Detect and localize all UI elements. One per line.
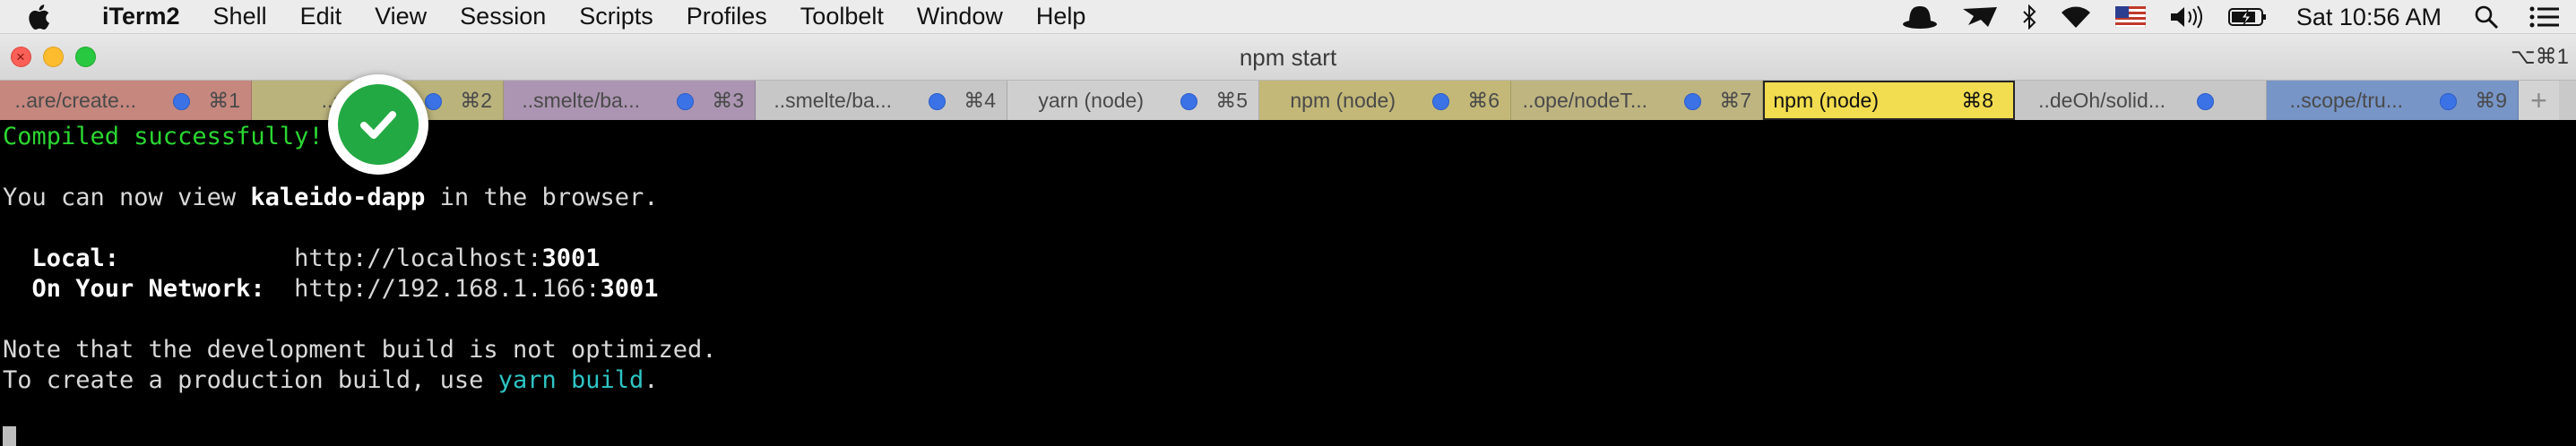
menu-help[interactable]: Help	[1036, 3, 1086, 30]
tab-title: ..deOh/solid...	[2038, 88, 2165, 112]
tab-1[interactable]: ..are/create... ⌘1	[0, 81, 252, 120]
activity-dot-icon	[1180, 93, 1197, 110]
menu-bar: iTerm2 Shell Edit View Session Scripts P…	[0, 0, 2576, 34]
menu-shell[interactable]: Shell	[213, 3, 267, 30]
activity-dot-icon	[929, 93, 946, 110]
menu-scripts[interactable]: Scripts	[579, 3, 653, 30]
tab-shortcut: ⌘7	[1719, 88, 1751, 112]
status-area: Sat 10:56 AM	[1879, 0, 2560, 34]
tab-shortcut: ⌘6	[1467, 88, 1500, 112]
tab-shortcut: ⌘3	[712, 88, 744, 112]
activity-dot-icon	[173, 93, 190, 110]
tab-3[interactable]: ..smelte/ba... ⌘3	[504, 81, 756, 120]
checkmark-icon	[338, 84, 419, 165]
tab-title: npm (node)	[1773, 88, 1879, 112]
tab-shortcut: ⌘9	[2475, 88, 2507, 112]
tab-9[interactable]: ..deOh/solid...	[2015, 81, 2267, 120]
hat-icon[interactable]	[1902, 0, 1938, 34]
activity-dot-icon	[1432, 93, 1449, 110]
menu-window[interactable]: Window	[917, 3, 1003, 30]
local-url: http://localhost:	[294, 244, 542, 272]
tab-8[interactable]: npm (node) ⌘8	[1763, 81, 2015, 120]
local-line: Local: http://localhost:3001	[3, 244, 601, 274]
apple-menu-icon[interactable]	[27, 4, 65, 30]
menu-view[interactable]: View	[375, 3, 427, 30]
activity-dot-icon	[677, 93, 694, 110]
note-line: Note that the development build is not o…	[3, 336, 717, 364]
network-label: On Your Network:	[31, 275, 265, 303]
tab-4[interactable]: ..smelte/ba... ⌘4	[756, 81, 1007, 120]
prod-suffix: .	[644, 366, 659, 394]
tab-title: ..are/create...	[14, 88, 136, 112]
compiled-line: Compiled successfully!	[3, 122, 324, 152]
menu-edit[interactable]: Edit	[300, 3, 342, 30]
volume-icon[interactable]	[2169, 0, 2205, 34]
tab-title: ..scope/tru...	[2289, 88, 2403, 112]
activity-dot-icon	[2197, 93, 2214, 110]
menu-session[interactable]: Session	[460, 3, 546, 30]
window-shortcut: ⌥⌘1	[2510, 45, 2569, 69]
tab-title: yarn (node)	[1038, 88, 1144, 112]
view-suffix: in the browser.	[425, 184, 659, 211]
tab-shortcut: ⌘1	[208, 88, 240, 112]
menu-iterm2[interactable]: iTerm2	[102, 3, 180, 30]
menu-profiles[interactable]: Profiles	[687, 3, 767, 30]
tab-title: ..smelte/ba...	[774, 88, 892, 112]
activity-dot-icon	[425, 93, 442, 110]
tab-title: ..smelte/ba...	[522, 88, 640, 112]
airmail-icon[interactable]	[1961, 0, 1999, 34]
bluetooth-icon[interactable]	[2022, 0, 2036, 34]
network-port: 3001	[600, 275, 659, 303]
tab-title: ..ope/nodeT...	[1522, 88, 1647, 112]
tab-title: npm (node)	[1290, 88, 1396, 112]
menu-toolbelt[interactable]: Toolbelt	[800, 3, 884, 30]
window-title: npm start	[1239, 44, 1337, 71]
activity-dot-icon	[1684, 93, 1701, 110]
view-prefix: You can now view	[3, 184, 251, 211]
local-label: Local:	[31, 244, 120, 272]
tab-7[interactable]: ..ope/nodeT... ⌘7	[1511, 81, 1763, 120]
app-name: kaleido-dapp	[250, 184, 426, 211]
local-port: 3001	[541, 244, 601, 272]
terminal-cursor	[3, 426, 16, 446]
tab-5[interactable]: yarn (node) ⌘5	[1007, 81, 1259, 120]
battery-icon[interactable]	[2227, 0, 2268, 34]
search-icon[interactable]	[2474, 0, 2499, 34]
prod-line: To create a production build, use yarn b…	[3, 365, 659, 396]
window-title-bar: × npm start ⌥⌘1	[0, 34, 2576, 81]
tab-6[interactable]: npm (node) ⌘6	[1259, 81, 1511, 120]
tab-10[interactable]: ..scope/tru... ⌘9	[2267, 81, 2519, 120]
network-url: http://192.168.1.166:	[294, 275, 601, 303]
network-line: On Your Network: http://192.168.1.166:30…	[3, 274, 659, 304]
view-line: You can now view kaleido-dapp in the bro…	[3, 183, 659, 213]
compiled-message: Compiled successfully!	[3, 123, 324, 150]
new-tab-button[interactable]: +	[2519, 81, 2559, 120]
tab-shortcut: ⌘2	[460, 88, 492, 112]
us-flag-icon[interactable]	[2114, 0, 2146, 34]
notification-center-icon[interactable]	[2529, 0, 2560, 34]
wifi-icon[interactable]	[2060, 0, 2092, 34]
menubar-clock[interactable]: Sat 10:56 AM	[2296, 4, 2442, 31]
tab-shortcut: ⌘5	[1215, 88, 1248, 112]
prod-command: yarn build	[497, 366, 644, 394]
success-check-badge	[328, 74, 428, 175]
prod-prefix: To create a production build, use	[3, 366, 498, 394]
activity-dot-icon	[2440, 93, 2457, 110]
tab-shortcut: ⌘4	[964, 88, 996, 112]
tab-shortcut: ⌘8	[1961, 88, 1993, 112]
